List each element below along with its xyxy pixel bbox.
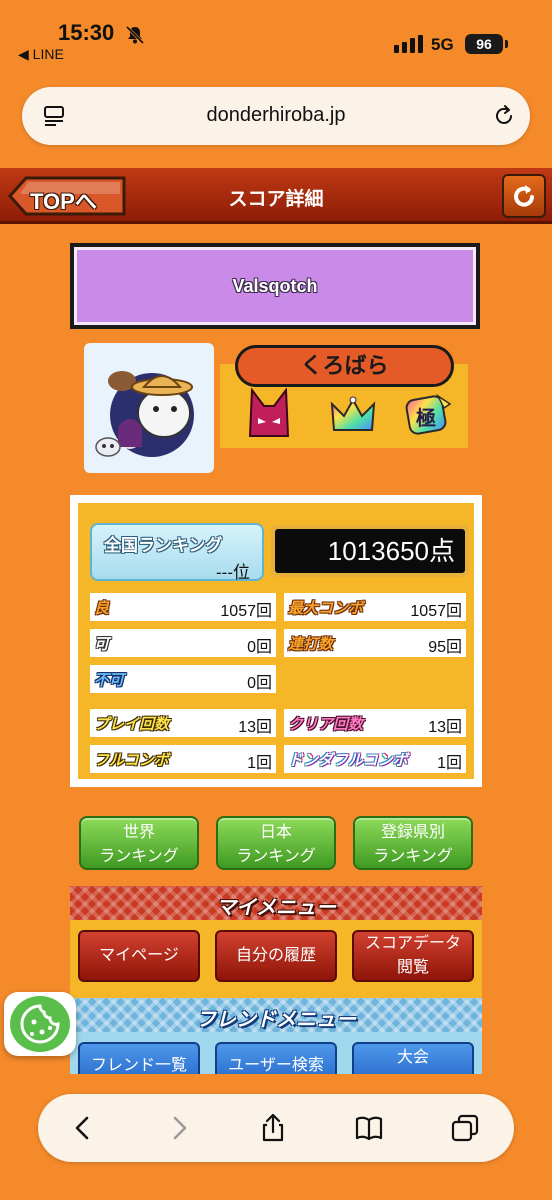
tournament-button[interactable]: 大会 — [352, 1042, 474, 1074]
stat-row-clear-count: クリア回数 13回 — [284, 709, 466, 737]
my-menu-banner: マイメニュー — [70, 886, 482, 920]
tabs-icon[interactable] — [450, 1113, 480, 1143]
score-points: 1013650点 — [275, 529, 465, 573]
status-time: 15:30 — [58, 20, 115, 45]
back-to-line-link[interactable]: ◀ LINE — [18, 46, 64, 63]
world-ranking-line1: 世界 — [122, 824, 155, 841]
score-box: 1013650点 — [271, 525, 469, 577]
user-search-label: ユーザー検索 — [228, 1057, 324, 1074]
url-text[interactable]: donderhiroba.jp — [22, 104, 530, 127]
stat-row-good: 良 1057回 — [90, 593, 276, 621]
stat-value-drumroll: 95回 — [428, 639, 462, 656]
page-title: スコア詳細 — [228, 189, 324, 210]
world-ranking-button[interactable]: 世界 ランキング — [79, 816, 199, 870]
battery-tip — [505, 40, 508, 48]
stat-value-clear-count: 13回 — [428, 719, 462, 736]
stat-label-full-combo: フルコンボ — [94, 752, 169, 769]
stat-value-ok: 0回 — [247, 639, 272, 656]
page-header: TOPへ スコア詳細 — [0, 168, 552, 224]
stat-value-play-count: 13回 — [238, 719, 272, 736]
song-title: くろばら — [235, 345, 454, 387]
stat-row-bad: 不可 0回 — [90, 665, 276, 693]
japan-ranking-line2: ランキング — [236, 848, 316, 865]
stat-value-bad: 0回 — [247, 675, 272, 692]
cookie-button-circle — [10, 996, 70, 1052]
stat-label-good: 良 — [94, 600, 110, 617]
back-icon[interactable] — [68, 1113, 98, 1143]
japan-ranking-line1: 日本 — [259, 824, 292, 841]
network-label: 5G — [431, 35, 454, 54]
player-name: Valsqotch — [74, 247, 476, 325]
stat-row-donderful-combo: ドンダフルコンボ 1回 — [284, 745, 466, 773]
score-data-label-line1: スコアデータ — [364, 935, 461, 952]
stat-label-ok: 可 — [94, 636, 110, 653]
friend-menu-area: フレンド一覧 ユーザー検索 大会 — [70, 1032, 482, 1074]
my-page-label: マイページ — [99, 947, 179, 964]
friend-menu-banner: フレンドメニュー — [70, 998, 482, 1032]
my-page-button[interactable]: マイページ — [78, 930, 200, 982]
japan-ranking-button[interactable]: 日本 ランキング — [216, 816, 336, 870]
user-search-button[interactable]: ユーザー検索 — [215, 1042, 337, 1074]
stat-value-good: 1057回 — [220, 603, 272, 620]
stat-value-max-combo: 1057回 — [410, 603, 462, 620]
national-ranking-label: 全国ランキング — [104, 536, 223, 555]
stat-value-donderful-combo: 1回 — [437, 755, 462, 772]
my-menu-area: マイページ 自分の履歴 スコアデータ 閲覧 — [70, 920, 482, 1000]
stat-row-play-count: プレイ回数 13回 — [90, 709, 276, 737]
score-data-label-line2: 閲覧 — [396, 959, 429, 976]
national-ranking-box: 全国ランキング ---位 — [90, 523, 264, 582]
bell-slash-icon — [125, 25, 145, 45]
oni-difficulty-icon — [248, 388, 290, 437]
cookie-settings-button[interactable] — [4, 992, 76, 1056]
battery-indicator: 96 — [465, 34, 503, 54]
stat-label-clear-count: クリア回数 — [288, 716, 364, 733]
browser-toolbar — [38, 1094, 514, 1162]
stat-value-full-combo: 1回 — [247, 755, 272, 772]
score-panel: 全国ランキング ---位 1013650点 良 1057回 最大コンボ 1057… — [70, 495, 482, 787]
refresh-button[interactable] — [502, 174, 546, 218]
my-history-button[interactable]: 自分の履歴 — [215, 930, 337, 982]
prefecture-ranking-button[interactable]: 登録県別 ランキング — [353, 816, 473, 870]
refresh-icon — [514, 185, 534, 207]
world-ranking-line2: ランキング — [99, 848, 179, 865]
crown-icon — [330, 396, 376, 431]
reload-icon[interactable] — [492, 103, 516, 129]
bookmarks-icon[interactable] — [354, 1113, 384, 1143]
friend-menu-title: フレンドメニュー — [196, 1009, 356, 1031]
share-icon[interactable] — [258, 1113, 288, 1143]
stat-label-play-count: プレイ回数 — [94, 716, 170, 733]
cookie-icon — [20, 1004, 60, 1044]
address-bar[interactable]: donderhiroba.jp — [22, 87, 530, 145]
signal-icon — [394, 35, 423, 53]
score-panel-inner: 全国ランキング ---位 1013650点 良 1057回 最大コンボ 1057… — [78, 503, 474, 779]
stat-label-drumroll: 連打数 — [288, 636, 334, 653]
stat-row-ok: 可 0回 — [90, 629, 276, 657]
national-ranking-value: ---位 — [216, 563, 250, 582]
prefecture-ranking-line1: 登録県別 — [380, 824, 445, 841]
score-data-button[interactable]: スコアデータ 閲覧 — [352, 930, 474, 982]
my-history-label: 自分の履歴 — [235, 947, 316, 964]
forward-icon[interactable] — [164, 1113, 194, 1143]
status-bar: 15:30 ◀ LINE 5G 96 — [0, 0, 552, 70]
kiwami-label: 極 — [416, 408, 436, 430]
prefecture-ranking-line2: ランキング — [373, 848, 453, 865]
avatar — [84, 343, 214, 473]
stat-label-bad: 不可 — [94, 672, 125, 689]
stat-row-full-combo: フルコンボ 1回 — [90, 745, 276, 773]
friend-list-button[interactable]: フレンド一覧 — [78, 1042, 200, 1074]
tournament-label: 大会 — [396, 1049, 429, 1066]
my-menu-title: マイメニュー — [216, 897, 336, 919]
stat-label-donderful-combo: ドンダフルコンボ — [288, 752, 408, 769]
stat-row-drumroll: 連打数 95回 — [284, 629, 466, 657]
avatar-image — [95, 371, 194, 457]
stat-label-max-combo: 最大コンボ — [288, 600, 364, 617]
friend-list-label: フレンド一覧 — [90, 1057, 187, 1074]
player-name-box: Valsqotch — [70, 243, 480, 329]
stat-row-max-combo: 最大コンボ 1057回 — [284, 593, 466, 621]
